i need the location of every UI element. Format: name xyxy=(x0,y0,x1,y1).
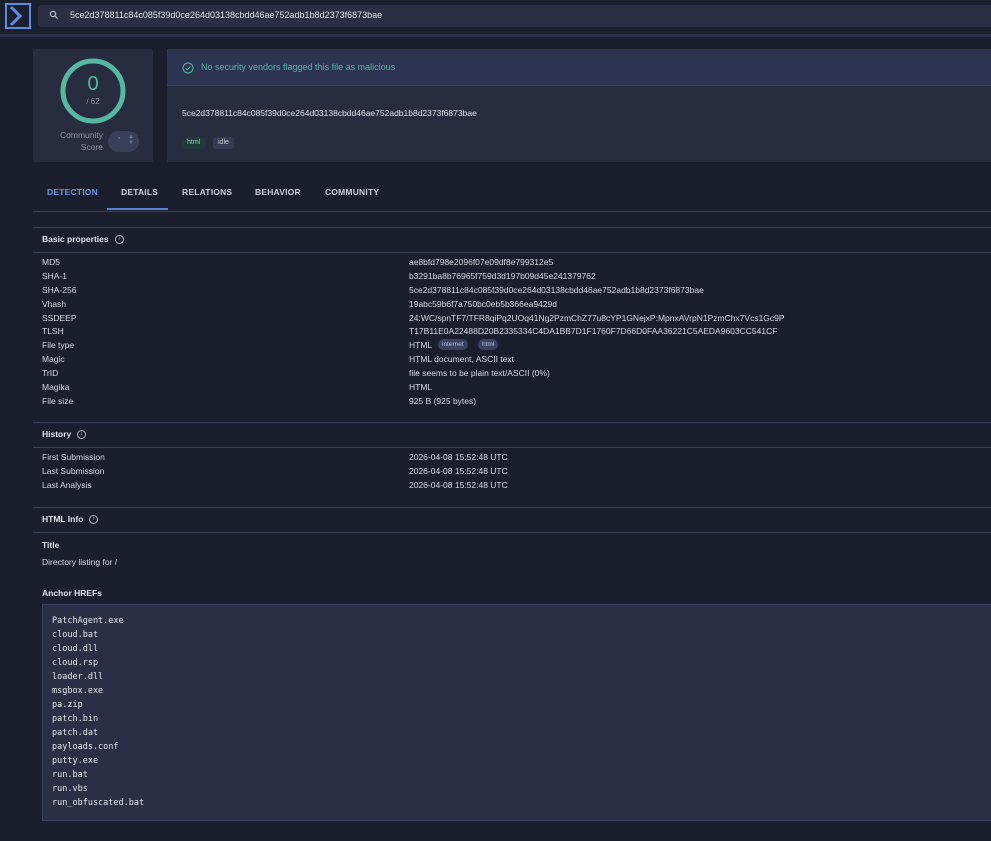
info-icon[interactable]: i xyxy=(77,430,86,439)
section-title: History xyxy=(42,429,72,439)
prop-key-file-size: File size xyxy=(42,396,74,406)
tab-details[interactable]: DETAILS xyxy=(121,187,158,197)
history-value-first-submission: 2026-04-08 15:52:48 UTC xyxy=(409,452,508,462)
detection-count: 0 xyxy=(87,73,99,95)
info-icon[interactable]: i xyxy=(115,235,124,244)
verdict-text: No security vendors flagged this file as… xyxy=(201,62,396,72)
verdict-banner: No security vendors flagged this file as… xyxy=(167,49,991,86)
tag-idle[interactable]: idle xyxy=(213,137,234,149)
prop-value-magika[interactable]: HTML xyxy=(409,382,432,392)
anchor-href: pa.zip xyxy=(52,700,83,710)
anchor-href: msgbox.exe xyxy=(52,686,104,696)
tag-html[interactable]: html xyxy=(478,339,499,350)
history-key-first-submission: First Submission xyxy=(42,452,105,462)
history-key-last-submission: Last Submission xyxy=(42,466,105,476)
tab-detection[interactable]: DETECTION xyxy=(47,187,98,197)
html-info-header: HTML Info i xyxy=(33,507,991,533)
prop-value-trid[interactable]: file seems to be plain text/ASCII (0%) xyxy=(409,368,550,378)
prop-value-tlsh[interactable]: T17B11E0A22488D20B2335334C4DA1BB7D1F1760… xyxy=(409,326,777,336)
prop-key-trid: TrID xyxy=(42,368,59,378)
anchor-href: PatchAgent.exe xyxy=(52,616,124,626)
check-circle-icon xyxy=(182,62,194,74)
prop-value-md5[interactable]: ae8bfd798e2096f07e09df8e799312e5 xyxy=(409,257,553,267)
search-icon[interactable] xyxy=(49,10,59,20)
history-value-last-analysis: 2026-04-08 15:52:48 UTC xyxy=(409,480,508,490)
section-title: Basic properties xyxy=(42,234,109,244)
tag-internet[interactable]: internet xyxy=(438,339,468,350)
tab-relations[interactable]: RELATIONS xyxy=(182,187,232,197)
anchor-hrefs-list: PatchAgent.exe cloud.bat cloud.dll cloud… xyxy=(42,604,991,821)
basic-properties-header: Basic properties i xyxy=(33,227,991,253)
prop-key-magika: Magika xyxy=(42,382,70,392)
prop-key-ssdeep: SSDEEP xyxy=(42,313,77,323)
detection-score-card: 0 / 62 Community Score ▲ ▼ xyxy=(33,49,153,162)
tab-bar: DETECTION DETAILS RELATIONS BEHAVIOR COM… xyxy=(33,180,991,212)
vote-chevrons-icon: ▲ ▼ xyxy=(128,134,134,146)
prop-key-sha256: SHA-256 xyxy=(42,285,77,295)
community-vote-toggle[interactable]: ▲ ▼ xyxy=(108,131,139,152)
prop-value-ssdeep[interactable]: 24:WC/spnTF7/TFR8qiPq2UOq41Ng2PzmChZ77u8… xyxy=(409,313,785,323)
prop-value-sha1[interactable]: b3291ba8b76965f759d3d197b09d45e241379762 xyxy=(409,271,596,281)
file-summary-panel: No security vendors flagged this file as… xyxy=(167,49,991,162)
prop-key-vhash: Vhash xyxy=(42,299,67,309)
prop-key-md5: MD5 xyxy=(42,257,60,267)
prop-value-vhash[interactable]: 19abc59b6f7a750bc0eb5b366ea9429d xyxy=(409,299,557,309)
prop-value-file-size[interactable]: 925 B (925 bytes) xyxy=(409,396,476,406)
community-score-label: Community Score xyxy=(60,130,103,152)
history-key-last-analysis: Last Analysis xyxy=(42,480,92,490)
tab-behavior[interactable]: BEHAVIOR xyxy=(255,187,301,197)
prop-value-file-type: HTML internet html xyxy=(409,339,499,350)
html-title-label: Title xyxy=(42,540,60,550)
anchor-href: cloud.rsp xyxy=(52,658,99,668)
tab-community[interactable]: COMMUNITY xyxy=(325,187,379,197)
anchor-href: run.bat xyxy=(52,770,88,780)
prop-key-sha1: SHA-1 xyxy=(42,271,68,281)
file-hash: 5ce2d378811c84c085f39d0ce264d03138cbdd46… xyxy=(182,108,477,118)
prop-value-magic[interactable]: HTML document, ASCII text xyxy=(409,354,514,364)
anchor-href: putty.exe xyxy=(52,756,99,766)
search-input[interactable]: 5ce2d378811c84c085f39d0ce264d03138cbdd46… xyxy=(70,10,382,20)
detection-total: / 62 xyxy=(86,97,100,106)
prop-key-magic: Magic xyxy=(42,354,65,364)
anchor-href: loader.dll xyxy=(52,672,104,682)
anchor-href: cloud.dll xyxy=(52,644,99,654)
prop-value-sha256[interactable]: 5ce2d378811c84c085f39d0ce264d03138cbdd46… xyxy=(409,285,704,295)
history-value-last-submission: 2026-04-08 15:52:48 UTC xyxy=(409,466,508,476)
anchor-href: payloads.conf xyxy=(52,742,119,752)
prop-key-tlsh: TLSH xyxy=(42,326,64,336)
html-title-value: Directory listing for / xyxy=(42,557,118,567)
section-title: HTML Info xyxy=(42,514,84,524)
top-bar: 5ce2d378811c84c085f39d0ce264d03138cbdd46… xyxy=(0,0,991,37)
info-icon[interactable]: i xyxy=(89,515,98,524)
virustotal-logo-icon[interactable] xyxy=(5,3,31,29)
anchor-href: patch.dat xyxy=(52,728,99,738)
vote-dot-icon xyxy=(118,137,120,139)
anchor-hrefs-label: Anchor HREFs xyxy=(42,588,102,598)
anchor-href: patch.bin xyxy=(52,714,99,724)
tag-html[interactable]: html xyxy=(182,137,206,149)
anchor-href: run_obfuscated.bat xyxy=(52,798,145,808)
history-header: History i xyxy=(33,422,991,448)
active-tab-indicator xyxy=(107,208,168,210)
anchor-href: cloud.bat xyxy=(52,630,99,640)
anchor-href: run.vbs xyxy=(52,784,88,794)
search-bar[interactable]: 5ce2d378811c84c085f39d0ce264d03138cbdd46… xyxy=(38,5,991,27)
prop-key-file-type: File type xyxy=(42,340,75,350)
